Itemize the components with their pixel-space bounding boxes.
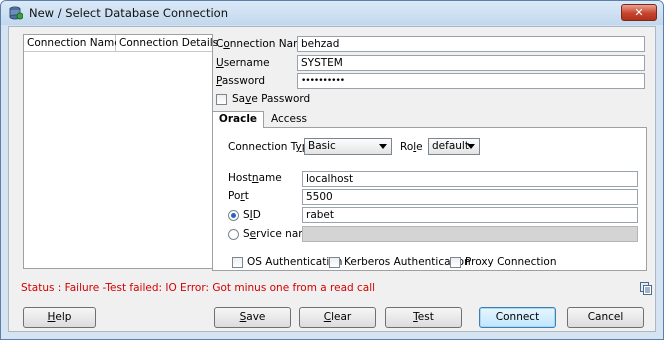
save-password-checkbox[interactable] <box>216 94 227 105</box>
title-bar[interactable]: New / Select Database Connection ✕ <box>1 1 663 25</box>
port-label: Port <box>228 190 249 202</box>
sid-input[interactable]: rabet <box>302 207 638 223</box>
database-connection-icon <box>9 6 23 20</box>
proxy-connection-checkbox[interactable] <box>450 257 461 268</box>
connections-table[interactable]: Connection Name Connection Details <box>23 34 218 269</box>
username-input[interactable]: SYSTEM <box>297 55 645 71</box>
connection-name-label: Connection Name <box>216 38 310 50</box>
sid-radio[interactable] <box>228 210 239 221</box>
connect-button[interactable]: Connect <box>479 307 556 328</box>
save-button[interactable]: Save <box>214 307 291 328</box>
column-header-connection-details[interactable]: Connection Details <box>116 35 218 52</box>
connection-name-input[interactable]: behzad <box>297 36 645 52</box>
close-icon: ✕ <box>634 6 644 19</box>
tab-oracle[interactable]: Oracle <box>212 111 264 128</box>
column-header-connection-name[interactable]: Connection Name <box>24 35 121 52</box>
role-select[interactable]: default <box>428 138 480 155</box>
connection-type-select[interactable]: Basic <box>304 138 392 155</box>
service-name-input[interactable] <box>302 226 638 242</box>
password-input[interactable]: •••••••••• <box>297 73 645 89</box>
window-title: New / Select Database Connection <box>29 6 228 20</box>
service-name-radio[interactable] <box>228 229 239 240</box>
close-button[interactable]: ✕ <box>621 4 657 21</box>
hostname-label: Hostname <box>228 172 282 184</box>
dialog-body: Connection Name Connection Details Conne… <box>8 26 656 332</box>
connection-type-label: Connection Type <box>228 141 315 153</box>
save-password-label: Save Password <box>232 93 311 105</box>
role-label: Role <box>400 141 423 153</box>
copy-icon[interactable] <box>640 282 652 295</box>
status-message: Status : Failure -Test failed: IO Error:… <box>21 282 376 294</box>
password-label: Password <box>216 75 266 87</box>
port-input[interactable]: 5500 <box>302 189 638 205</box>
help-button[interactable]: Help <box>23 307 96 328</box>
tab-access[interactable]: Access <box>271 113 307 125</box>
sid-label: SID <box>243 209 261 221</box>
cancel-button[interactable]: Cancel <box>567 307 644 328</box>
kerberos-authentication-checkbox[interactable] <box>329 257 340 268</box>
os-authentication-checkbox[interactable] <box>232 257 243 268</box>
chevron-down-icon <box>379 144 387 149</box>
username-label: Username <box>216 57 270 69</box>
radio-selected-dot <box>231 213 236 218</box>
oracle-tab-panel: Connection Type Basic Role default Hostn… <box>212 127 647 271</box>
proxy-connection-label: Proxy Connection <box>465 256 557 268</box>
clear-button[interactable]: Clear <box>299 307 376 328</box>
chevron-down-icon <box>467 144 475 149</box>
hostname-input[interactable]: localhost <box>302 171 638 187</box>
test-button[interactable]: Test <box>385 307 462 328</box>
